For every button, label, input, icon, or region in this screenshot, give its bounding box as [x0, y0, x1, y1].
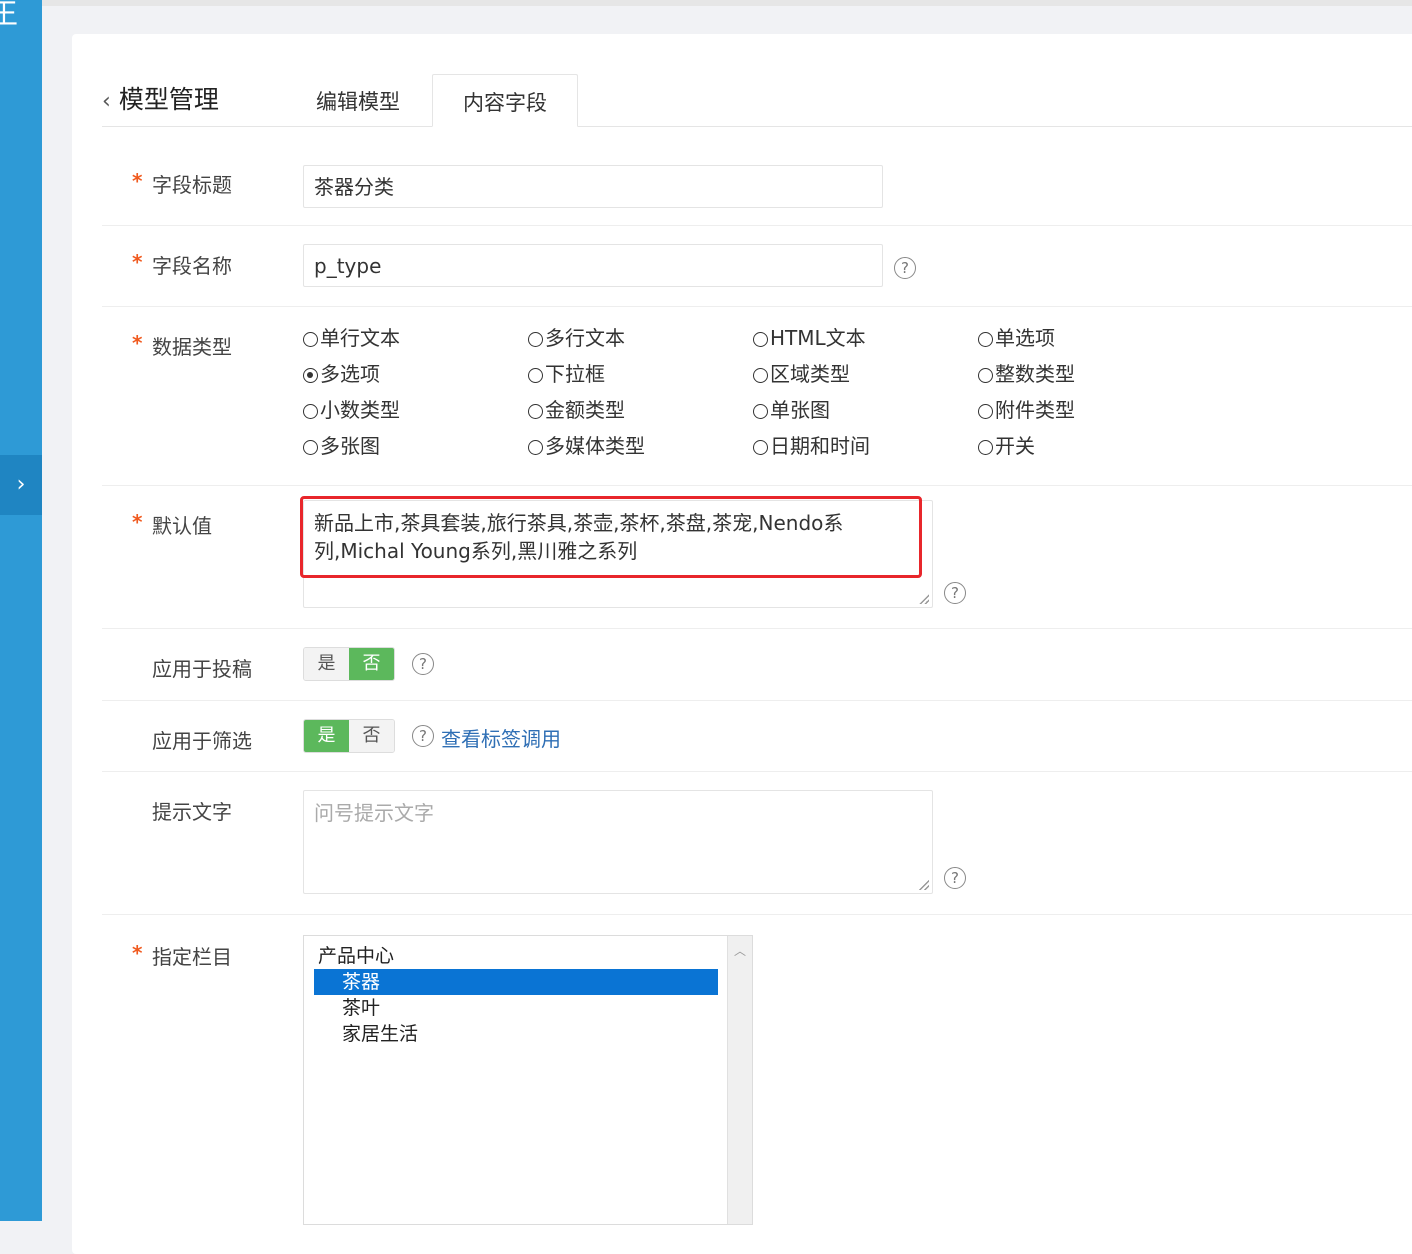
help-icon[interactable]: ?: [944, 867, 966, 889]
radio-option[interactable]: 整数类型: [978, 359, 1075, 389]
sidebar: 王 ›: [0, 0, 42, 1221]
row-field-name: * 字段名称 p_type ?: [102, 226, 1412, 307]
row-field-title: * 字段标题 茶器分类: [102, 147, 1412, 226]
sidebar-title-fragment: 王: [0, 0, 19, 30]
default-value-textarea[interactable]: 新品上市,茶具套装,旅行茶具,茶壶,茶杯,茶盘,茶宠,Nendo系列,Micha…: [303, 500, 933, 608]
radio-option[interactable]: 金额类型: [528, 395, 625, 425]
row-apply-submit: 应用于投稿 是 否 ?: [102, 629, 1412, 701]
toggle-yes[interactable]: 是: [304, 648, 349, 680]
radio-option[interactable]: 区域类型: [753, 359, 850, 389]
required-mark: *: [132, 169, 143, 193]
toggle-no[interactable]: 否: [349, 648, 394, 680]
row-apply-filter: 应用于筛选 是 否 ? 查看标签调用: [102, 701, 1412, 772]
tab-content-fields[interactable]: 内容字段: [432, 74, 578, 127]
field-title-label: 字段标题: [152, 173, 232, 197]
toggle-yes[interactable]: 是: [304, 720, 349, 752]
list-item-selected[interactable]: 茶器: [314, 969, 718, 995]
hint-text-label: 提示文字: [152, 800, 232, 824]
hint-text-textarea[interactable]: 问号提示文字: [303, 790, 933, 894]
help-icon[interactable]: ?: [412, 653, 434, 675]
radio-option[interactable]: 小数类型: [303, 395, 400, 425]
apply-filter-toggle[interactable]: 是 否: [303, 719, 395, 753]
radio-option[interactable]: 多行文本: [528, 323, 625, 353]
row-category: * 指定栏目 产品中心 茶器 茶叶 家居生活 ︿: [102, 915, 1412, 1235]
radio-option[interactable]: 附件类型: [978, 395, 1075, 425]
field-title-input[interactable]: 茶器分类: [303, 165, 883, 208]
field-name-label: 字段名称: [152, 254, 232, 278]
required-mark: *: [132, 331, 143, 355]
help-icon[interactable]: ?: [944, 582, 966, 604]
view-tag-call-link[interactable]: 查看标签调用: [441, 723, 561, 752]
radio-option[interactable]: 日期和时间: [753, 431, 870, 461]
content-panel: ‹ 模型管理 编辑模型 内容字段 * 字段标题 茶器分类 * 字段名称 p_typ…: [72, 34, 1412, 1254]
radio-option[interactable]: 多媒体类型: [528, 431, 645, 461]
resize-handle[interactable]: [919, 594, 929, 604]
category-listbox[interactable]: 产品中心 茶器 茶叶 家居生活 ︿: [303, 935, 753, 1225]
radio-option[interactable]: 开关: [978, 431, 1035, 461]
apply-submit-toggle[interactable]: 是 否: [303, 647, 395, 681]
toggle-no[interactable]: 否: [349, 720, 394, 752]
radio-option[interactable]: 单张图: [753, 395, 830, 425]
field-name-input[interactable]: p_type: [303, 244, 883, 287]
help-icon[interactable]: ?: [412, 725, 434, 747]
apply-filter-label: 应用于筛选: [152, 729, 252, 753]
radio-option[interactable]: HTML文本: [753, 323, 866, 353]
radio-option[interactable]: 多张图: [303, 431, 380, 461]
row-default-value: * 默认值 新品上市,茶具套装,旅行茶具,茶壶,茶杯,茶盘,茶宠,Nendo系列…: [102, 486, 1412, 629]
chevron-left-icon: ‹: [102, 89, 111, 114]
default-value-label: 默认值: [152, 514, 212, 538]
chevron-up-icon[interactable]: ︿: [734, 942, 746, 959]
scrollbar[interactable]: ︿: [727, 936, 752, 1224]
help-icon[interactable]: ?: [894, 257, 916, 279]
required-mark: *: [132, 510, 143, 534]
list-item[interactable]: 茶叶: [314, 995, 718, 1021]
list-item[interactable]: 产品中心: [314, 943, 722, 969]
data-type-label: 数据类型: [152, 335, 232, 359]
tab-edit-model[interactable]: 编辑模型: [288, 74, 428, 126]
radio-option[interactable]: 单选项: [978, 323, 1055, 353]
chevron-right-icon[interactable]: ›: [0, 455, 42, 515]
radio-option[interactable]: 下拉框: [528, 359, 605, 389]
resize-handle[interactable]: [919, 880, 929, 890]
category-label: 指定栏目: [152, 945, 232, 969]
required-mark: *: [132, 941, 143, 965]
row-hint-text: 提示文字 问号提示文字 ?: [102, 772, 1412, 915]
top-bar: [42, 0, 1412, 6]
radio-option-selected[interactable]: 多选项: [303, 359, 380, 389]
default-value-text: 新品上市,茶具套装,旅行茶具,茶壶,茶杯,茶盘,茶宠,Nendo系列,Micha…: [314, 511, 844, 563]
list-item[interactable]: 家居生活: [314, 1021, 718, 1047]
radio-option[interactable]: 单行文本: [303, 323, 400, 353]
apply-submit-label: 应用于投稿: [152, 657, 252, 681]
back-label: 模型管理: [118, 85, 219, 114]
required-mark: *: [132, 250, 143, 274]
tab-bar: ‹ 模型管理 编辑模型 内容字段: [102, 74, 1412, 127]
hint-text-placeholder: 问号提示文字: [314, 801, 434, 825]
row-data-type: * 数据类型 单行文本 多行文本 HTML文本 单选项 多选项 下拉框 区域类型…: [102, 307, 1412, 486]
back-link[interactable]: ‹ 模型管理: [102, 80, 219, 116]
